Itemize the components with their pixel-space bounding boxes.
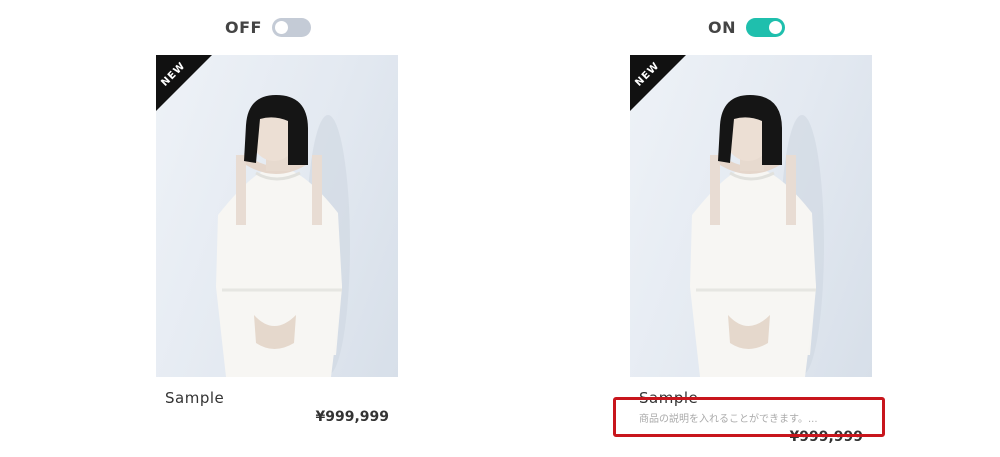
toggle-knob [274, 20, 288, 34]
product-image[interactable]: NEW [630, 55, 872, 377]
toggle-label-on: ON [708, 17, 736, 37]
toggle-switch-off[interactable] [271, 17, 311, 37]
toggle-row-off: OFF [225, 16, 311, 38]
toggle-switch-on[interactable] [746, 17, 785, 37]
toggle-knob [769, 20, 782, 34]
product-image[interactable]: NEW [156, 55, 398, 377]
product-price: ¥999,999 [315, 409, 389, 425]
product-name[interactable]: Sample [165, 389, 224, 407]
toggle-row-on: ON [708, 16, 785, 38]
toggle-label-off: OFF [225, 17, 262, 37]
description-highlight-box [613, 397, 885, 437]
